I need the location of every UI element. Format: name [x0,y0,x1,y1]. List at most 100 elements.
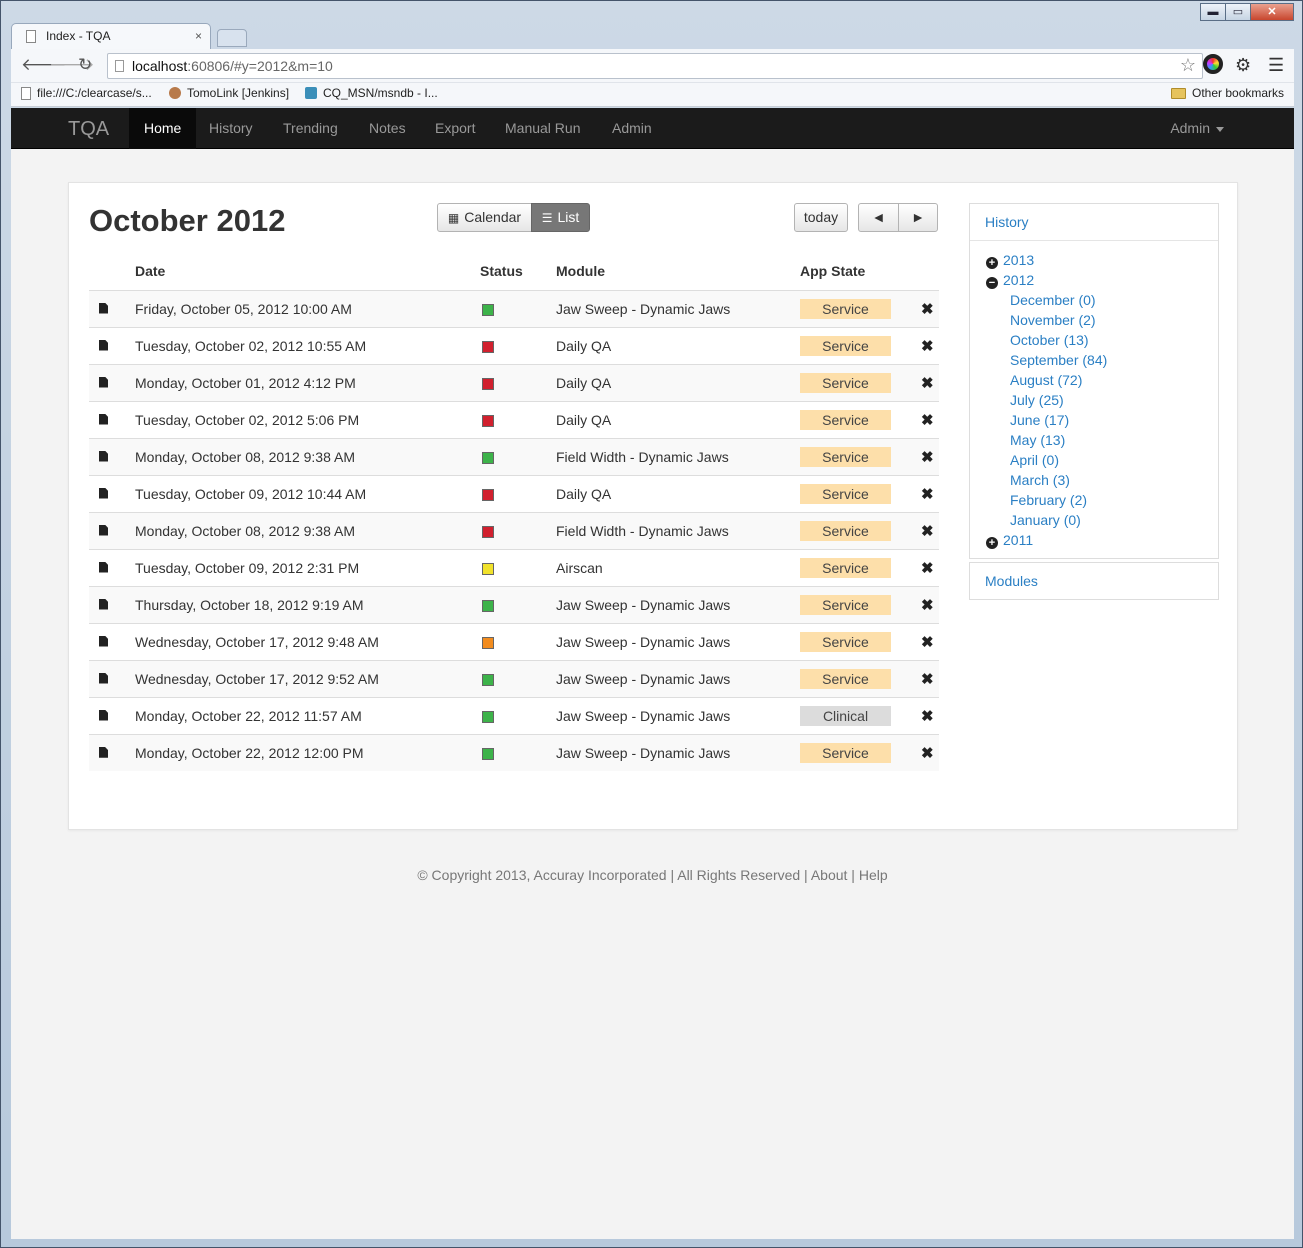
nav-export[interactable]: Export [420,108,490,149]
table-row[interactable]: Monday, October 22, 2012 11:57 AM Jaw Swe… [89,696,939,734]
delete-icon[interactable]: ✖ [904,560,934,577]
bookmark-cq-msn[interactable]: CQ_MSN/msndb - I... [305,86,438,100]
extension-icon[interactable] [1203,54,1223,74]
document-icon[interactable] [99,376,108,388]
nav-history[interactable]: History [194,108,268,149]
status-cell [480,474,556,512]
table-row[interactable]: Tuesday, October 09, 2012 2:31 PM Airscan… [89,548,939,586]
app-state-badge: Service [800,446,891,467]
menu-icon[interactable]: ☰ [1268,55,1284,76]
document-icon[interactable] [99,709,108,721]
prev-month-button[interactable]: ◄ [858,203,899,232]
tree-month-item[interactable]: April (0) [986,450,1218,470]
maximize-button[interactable]: ▭ [1225,3,1251,21]
tree-month-item[interactable]: November (2) [986,310,1218,330]
delete-icon[interactable]: ✖ [904,338,934,355]
app-state-badge: Service [800,483,891,504]
table-row[interactable]: Tuesday, October 09, 2012 10:44 AM Daily … [89,474,939,512]
nav-trending[interactable]: Trending [268,108,353,149]
module-cell: Daily QA [556,400,800,438]
table-row[interactable]: Tuesday, October 02, 2012 10:55 AM Daily … [89,326,939,364]
document-icon[interactable] [99,487,108,499]
table-row[interactable]: Monday, October 08, 2012 9:38 AM Field Wi… [89,437,939,475]
help-link[interactable]: Help [859,867,888,883]
top-navbar: TQA Home History Trending Notes Export M… [11,108,1294,149]
history-header[interactable]: History [970,204,1218,241]
nav-manual-run[interactable]: Manual Run [490,108,596,149]
bookmark-star-icon[interactable]: ☆ [1180,55,1196,76]
table-row[interactable]: Wednesday, October 17, 2012 9:52 AM Jaw S… [89,659,939,697]
tree-month-item[interactable]: August (72) [986,370,1218,390]
nav-admin[interactable]: Admin [597,108,667,149]
tree-month-item[interactable]: January (0) [986,510,1218,530]
table-row[interactable]: Tuesday, October 02, 2012 5:06 PM Daily Q… [89,400,939,438]
next-month-button[interactable]: ► [898,203,938,232]
tree-month-item[interactable]: December (0) [986,290,1218,310]
delete-icon[interactable]: ✖ [904,375,934,392]
about-link[interactable]: About [811,867,848,883]
delete-icon[interactable]: ✖ [904,708,934,725]
delete-icon[interactable]: ✖ [904,745,934,762]
tree-year-item[interactable]: +2013 [986,250,1218,270]
today-button[interactable]: today [794,203,848,232]
delete-icon[interactable]: ✖ [904,523,934,540]
expand-plus-icon[interactable]: + [986,257,998,269]
document-icon[interactable] [99,302,108,314]
document-icon[interactable] [99,746,108,758]
minimize-button[interactable]: ▬ [1200,3,1226,21]
close-window-button[interactable]: ✕ [1250,3,1294,21]
document-icon[interactable] [99,413,108,425]
tree-month-item[interactable]: June (17) [986,410,1218,430]
tree-year-item[interactable]: −2012 [986,270,1218,290]
delete-icon[interactable]: ✖ [904,634,934,651]
document-icon[interactable] [99,339,108,351]
modules-header[interactable]: Modules [970,563,1218,600]
delete-icon[interactable]: ✖ [904,449,934,466]
calendar-view-button[interactable]: ▦ Calendar [437,203,532,232]
settings-gear-icon[interactable]: ⚙ [1235,55,1251,76]
footer-separator: | [666,867,678,883]
table-row[interactable]: Wednesday, October 17, 2012 9:48 AM Jaw S… [89,622,939,660]
tree-label: September (84) [1010,352,1108,368]
browser-tab[interactable]: Index - TQA × [11,23,211,49]
document-icon[interactable] [99,635,108,647]
tree-month-item[interactable]: February (2) [986,490,1218,510]
document-icon[interactable] [99,524,108,536]
app-state-badge: Service [800,594,891,615]
other-bookmarks[interactable]: Other bookmarks [1171,86,1284,100]
address-bar[interactable]: localhost:60806/#y=2012&m=10 ☆ [107,53,1203,79]
bookmark-tomolink[interactable]: TomoLink [Jenkins] [169,86,289,100]
tree-month-item[interactable]: May (13) [986,430,1218,450]
table-row[interactable]: Monday, October 22, 2012 12:00 PM Jaw Swe… [89,733,939,771]
table-row[interactable]: Monday, October 08, 2012 9:38 AM Field Wi… [89,511,939,549]
tree-year-item[interactable]: +2011 [986,530,1218,550]
tab-close-icon[interactable]: × [195,29,202,43]
brand-logo[interactable]: TQA [68,118,109,141]
reload-icon[interactable]: ↻ [78,55,92,75]
tree-month-item[interactable]: September (84) [986,350,1218,370]
delete-icon[interactable]: ✖ [904,597,934,614]
expand-plus-icon[interactable]: + [986,537,998,549]
new-tab-button[interactable] [217,29,247,47]
table-row[interactable]: Monday, October 01, 2012 4:12 PM Daily QA… [89,363,939,401]
tree-month-item[interactable]: October (13) [986,330,1218,350]
delete-icon[interactable]: ✖ [904,412,934,429]
collapse-minus-icon[interactable]: − [986,277,998,289]
tree-month-item[interactable]: March (3) [986,470,1218,490]
nav-home[interactable]: Home [129,108,197,149]
user-menu[interactable]: Admin [1170,108,1224,149]
delete-icon[interactable]: ✖ [904,671,934,688]
nav-notes[interactable]: Notes [354,108,421,149]
document-icon[interactable] [99,561,108,573]
list-view-button[interactable]: ☰ List [531,203,590,232]
bookmark-clearcase[interactable]: file:///C:/clearcase/s... [21,86,152,100]
status-indicator [482,414,494,427]
document-icon[interactable] [99,598,108,610]
delete-icon[interactable]: ✖ [904,486,934,503]
table-row[interactable]: Friday, October 05, 2012 10:00 AM Jaw Swe… [89,289,939,327]
tree-month-item[interactable]: July (25) [986,390,1218,410]
document-icon[interactable] [99,672,108,684]
document-icon[interactable] [99,450,108,462]
table-row[interactable]: Thursday, October 18, 2012 9:19 AM Jaw Sw… [89,585,939,623]
delete-icon[interactable]: ✖ [904,301,934,318]
